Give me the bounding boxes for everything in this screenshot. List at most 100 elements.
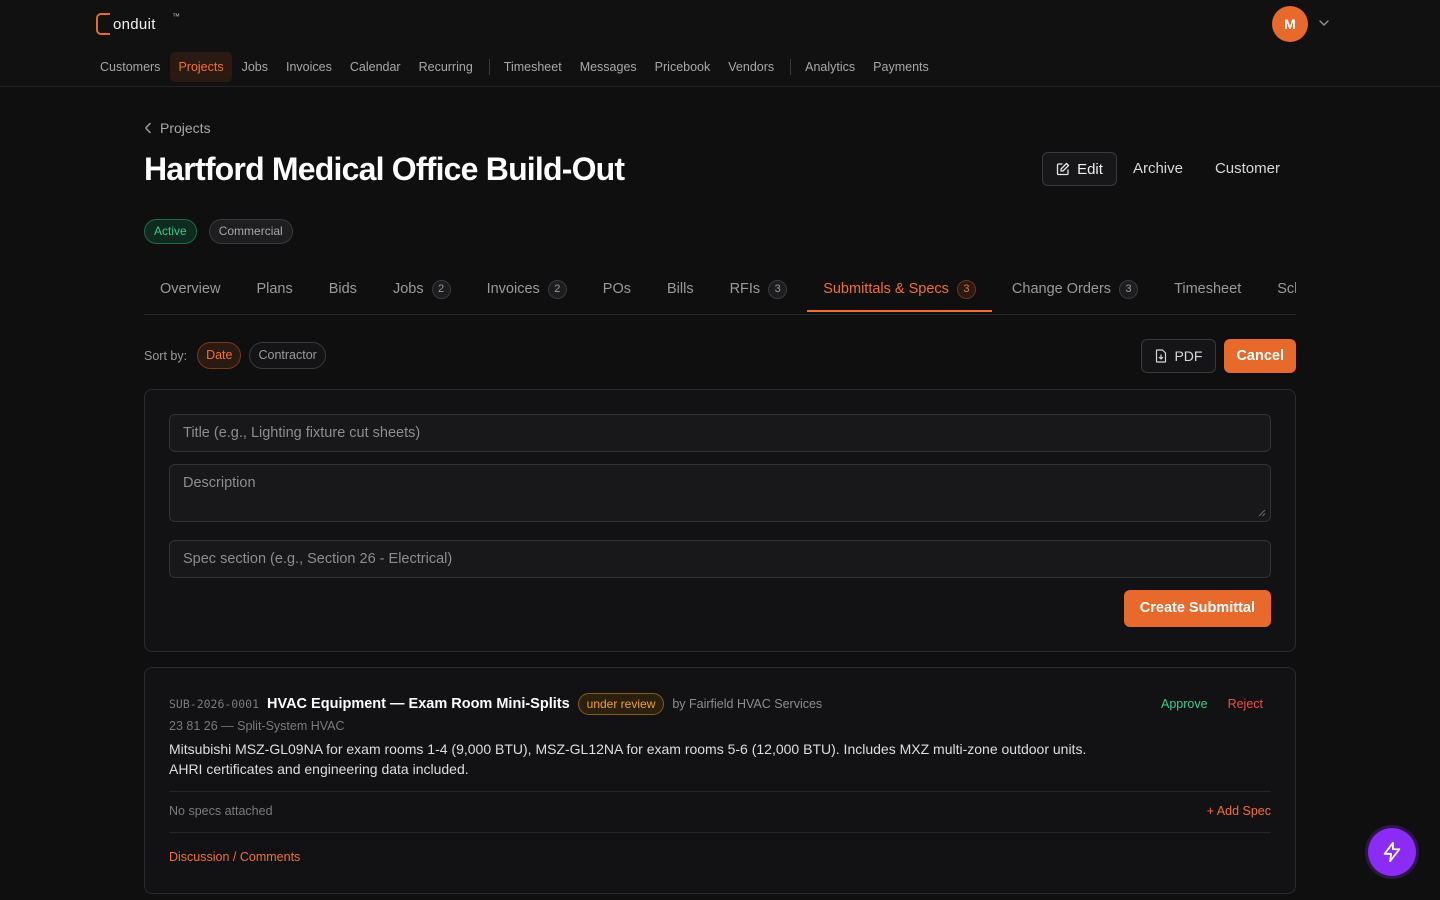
status-badge: under review (577, 693, 665, 715)
submittal-title: HVAC Equipment — Exam Room Mini-Splits (267, 696, 570, 712)
submittal-card: SUB-2026-0001 HVAC Equipment — Exam Room… (144, 667, 1296, 894)
submittal-contractor: by Fairfield HVAC Services (672, 697, 823, 711)
tab-plans[interactable]: Plans (240, 268, 308, 312)
nav-item-pricebook[interactable]: Pricebook (647, 52, 719, 82)
tab-label: Submittals & Specs (823, 281, 949, 297)
submittal-actions: PDF Cancel (1141, 339, 1296, 373)
tab-label: POs (602, 281, 631, 297)
approve-button[interactable]: Approve (1161, 697, 1208, 711)
chevron-left-icon (145, 122, 151, 134)
tab-bills[interactable]: Bills (651, 268, 710, 312)
customer-button[interactable]: Customer (1199, 152, 1296, 186)
assistant-fab-button[interactable] (1368, 828, 1416, 876)
tab-count: 3 (768, 279, 788, 299)
discussion-link[interactable]: Discussion / Comments (169, 850, 300, 864)
tab-timesheet[interactable]: Timesheet (1158, 268, 1257, 312)
review-actions: Approve Reject (1161, 697, 1263, 711)
submittal-header: SUB-2026-0001 HVAC Equipment — Exam Room… (169, 693, 822, 715)
nav-item-customers[interactable]: Customers (92, 52, 168, 82)
pdf-button[interactable]: PDF (1141, 339, 1217, 373)
description-line: Mitsubishi MSZ-GL09NA for exam rooms 1-4… (169, 741, 1087, 757)
tab-label: Invoices (486, 281, 540, 297)
logo-mark-icon (96, 13, 110, 35)
page-title: Hartford Medical Office Build-Out (144, 151, 625, 187)
submittal-description: Mitsubishi MSZ-GL09NA for exam rooms 1-4… (169, 739, 1129, 779)
no-specs-text: No specs attached (169, 804, 273, 818)
avatar[interactable]: M (1272, 6, 1308, 42)
reject-button[interactable]: Reject (1228, 697, 1263, 711)
edit-button-label: Edit (1077, 160, 1103, 178)
logo-text: onduit (113, 15, 156, 33)
archive-button[interactable]: Archive (1117, 152, 1199, 186)
tab-rfis[interactable]: RFIs 3 (714, 268, 804, 312)
tab-label: RFIs (729, 281, 761, 297)
tab-label: Bills (666, 281, 694, 297)
nav-item-projects[interactable]: Projects (170, 52, 232, 82)
chevron-down-icon[interactable] (1317, 16, 1331, 30)
breadcrumb-label: Projects (160, 120, 211, 136)
logo-trademark: ™ (172, 12, 180, 21)
tab-label: Jobs (392, 281, 424, 297)
description-textarea[interactable]: Description (169, 464, 1271, 522)
submittal-id: SUB-2026-0001 (169, 697, 260, 711)
tab-count: 3 (1119, 279, 1139, 299)
bolt-icon (1383, 841, 1401, 863)
spec-section-input[interactable]: Spec section (e.g., Section 26 - Electri… (169, 540, 1271, 578)
tab-invoices[interactable]: Invoices 2 (471, 268, 583, 312)
tab-label: Change Orders (1011, 281, 1112, 297)
title-input[interactable]: Title (e.g., Lighting fixture cut sheets… (169, 414, 1271, 452)
header-actions: Edit Archive Customer (1042, 152, 1296, 186)
description-placeholder: Description (183, 475, 256, 491)
logo[interactable]: onduit ™ (96, 12, 180, 36)
nav-item-timesheet[interactable]: Timesheet (496, 52, 570, 82)
file-pdf-icon (1156, 349, 1167, 363)
tab-count: 2 (431, 279, 451, 299)
sort-label: Sort by: (144, 348, 188, 363)
divider (169, 791, 1271, 792)
tab-label: Sche (1277, 281, 1296, 297)
sort-option-contractor[interactable]: Contractor (249, 342, 326, 369)
nav-divider (790, 59, 792, 75)
nav-item-analytics[interactable]: Analytics (797, 52, 863, 82)
nav-item-payments[interactable]: Payments (865, 52, 937, 82)
sort-controls: Sort by: Date Contractor (144, 342, 326, 369)
nav-item-vendors[interactable]: Vendors (720, 52, 782, 82)
nav-item-jobs[interactable]: Jobs (234, 52, 276, 82)
submittal-spec-section: 23 81 26 — Split-System HVAC (169, 719, 345, 733)
nav-divider (488, 59, 490, 75)
tab-schedule[interactable]: Sche (1261, 268, 1296, 312)
project-tabs: Overview Plans Bids Jobs 2 Invoices 2 POs … (144, 268, 1296, 315)
tab-label: Plans (256, 281, 293, 297)
edit-button[interactable]: Edit (1042, 152, 1117, 186)
tab-pos[interactable]: POs (587, 268, 647, 312)
main-nav: Customers Projects Jobs Invoices Calenda… (92, 52, 939, 82)
tab-overview[interactable]: Overview (144, 268, 236, 312)
breadcrumb[interactable]: Projects (144, 120, 211, 136)
resize-handle-icon[interactable] (1258, 509, 1266, 517)
pdf-button-label: PDF (1174, 348, 1203, 364)
tab-change-orders[interactable]: Change Orders 3 (996, 268, 1154, 312)
add-spec-button[interactable]: + Add Spec (1207, 804, 1271, 818)
tab-label: Overview (160, 281, 221, 297)
nav-item-invoices[interactable]: Invoices (278, 52, 340, 82)
tab-label: Timesheet (1174, 281, 1242, 297)
edit-icon (1056, 162, 1070, 176)
nav-item-recurring[interactable]: Recurring (411, 52, 481, 82)
tab-bids[interactable]: Bids (313, 268, 373, 312)
cancel-button[interactable]: Cancel (1224, 339, 1296, 373)
description-line: AHRI certificates and engineering data i… (169, 761, 469, 777)
status-badge: Active (144, 219, 197, 244)
tab-count: 3 (956, 279, 976, 299)
sort-option-date[interactable]: Date (197, 342, 242, 369)
divider (169, 832, 1271, 833)
tab-count: 2 (547, 279, 567, 299)
create-submittal-button[interactable]: Create Submittal (1123, 590, 1271, 627)
tab-label: Bids (328, 281, 357, 297)
top-bar: onduit ™ Customers Projects Jobs Invoice… (0, 0, 1440, 87)
tab-jobs[interactable]: Jobs 2 (377, 268, 467, 312)
tab-submittals-specs[interactable]: Submittals & Specs 3 (807, 268, 992, 312)
new-submittal-form: Title (e.g., Lighting fixture cut sheets… (144, 389, 1296, 652)
type-badge: Commercial (208, 219, 293, 244)
nav-item-calendar[interactable]: Calendar (342, 52, 409, 82)
nav-item-messages[interactable]: Messages (572, 52, 645, 82)
